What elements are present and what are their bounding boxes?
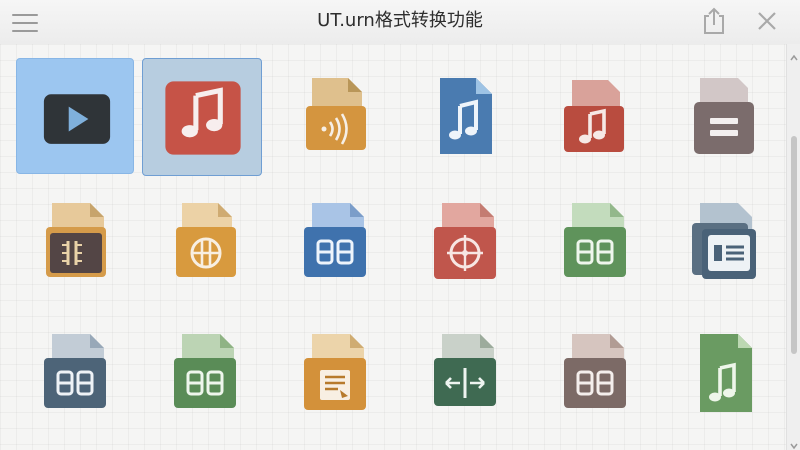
target-file-icon — [434, 203, 496, 279]
video-play-icon — [43, 94, 111, 144]
format-tile-stacked[interactable] — [662, 189, 782, 307]
stacked-files-icon — [692, 203, 756, 279]
document-folder-icon — [694, 78, 754, 154]
format-tile-archive-folder[interactable] — [142, 189, 262, 307]
vertical-scrollbar[interactable] — [786, 44, 800, 450]
format-tile-grid-folder-gray[interactable] — [532, 320, 652, 438]
format-tile-grid-file-slate[interactable] — [12, 320, 132, 438]
title-bar: UT.urn格式转换功能 — [0, 0, 800, 45]
format-tile-target[interactable] — [402, 189, 522, 307]
music-note-icon — [165, 81, 241, 155]
music-file-icon — [440, 78, 492, 154]
split-folder-icon — [434, 334, 496, 406]
archive-file-icon — [46, 203, 106, 277]
grid-folder-icon — [564, 203, 626, 277]
text-file-icon — [304, 334, 366, 410]
music-folder-icon — [564, 80, 624, 152]
format-tile-music[interactable] — [142, 58, 262, 176]
format-grid-area — [0, 44, 786, 450]
format-tile-grid-file[interactable] — [272, 189, 392, 307]
close-icon[interactable] — [752, 6, 782, 36]
app-window: UT.urn格式转换功能 — [0, 0, 800, 450]
format-grid — [8, 58, 786, 450]
format-tile-archive[interactable] — [12, 189, 132, 307]
format-tile-video[interactable] — [16, 58, 134, 174]
format-tile-grid-folder[interactable] — [532, 189, 652, 307]
audio-file-icon — [306, 78, 366, 150]
window-title: UT.urn格式转换功能 — [317, 10, 483, 31]
share-icon[interactable] — [700, 6, 728, 36]
grid-file-icon — [44, 334, 106, 408]
archive-folder-icon — [176, 203, 236, 277]
format-tile-music-folder[interactable] — [532, 58, 652, 176]
music-file-icon — [700, 334, 752, 412]
format-tile-text[interactable] — [272, 320, 392, 438]
format-tile-music-green[interactable] — [662, 320, 782, 438]
scroll-up-arrow-icon[interactable] — [789, 48, 799, 61]
grid-folder-icon — [564, 334, 626, 408]
scroll-down-arrow-icon[interactable] — [789, 436, 799, 450]
format-tile-audio[interactable] — [272, 58, 392, 176]
scrollbar-thumb[interactable] — [791, 136, 797, 354]
format-tile-grid-folder-green[interactable] — [142, 320, 262, 438]
hamburger-icon[interactable] — [12, 14, 38, 34]
format-tile-music-file[interactable] — [402, 58, 522, 176]
grid-file-icon — [304, 203, 366, 277]
format-tile-split[interactable] — [402, 320, 522, 438]
grid-folder-icon — [174, 334, 236, 408]
format-tile-document[interactable] — [662, 58, 782, 176]
